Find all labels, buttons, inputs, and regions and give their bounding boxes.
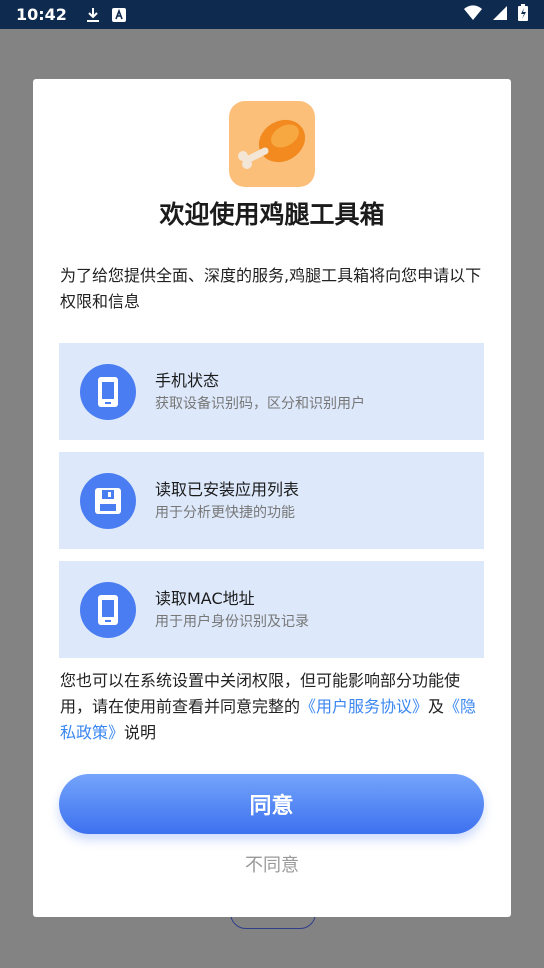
a-notification-icon <box>111 7 127 23</box>
floppy-icon <box>80 472 136 529</box>
notice-text: 您也可以在系统设置中关闭权限，但可能影响部分功能使用，请在使用前查看并同意完整的… <box>60 668 488 746</box>
permission-item-installed-apps: 读取已安装应用列表 用于分析更快捷的功能 <box>59 452 484 549</box>
download-icon <box>85 7 101 23</box>
permission-dialog: 欢迎使用鸡腿工具箱 为了给您提供全面、深度的服务,鸡腿工具箱将向您申请以下权限和… <box>33 79 511 917</box>
wifi-icon <box>464 4 482 25</box>
phone-icon <box>80 363 136 420</box>
permission-title: 读取已安装应用列表 <box>155 479 300 499</box>
notice-part-c: 说明 <box>124 723 157 742</box>
intro-text: 为了给您提供全面、深度的服务,鸡腿工具箱将向您申请以下权限和信息 <box>60 266 482 311</box>
user-agreement-link[interactable]: 《用户服务协议》 <box>300 697 428 716</box>
status-time: 10:42 <box>16 5 67 24</box>
status-bar: 10:42 <box>0 0 544 29</box>
phone-icon <box>80 581 136 638</box>
dialog-title: 欢迎使用鸡腿工具箱 <box>159 200 385 229</box>
permission-desc: 用于分析更快捷的功能 <box>155 504 295 521</box>
permission-title: 读取MAC地址 <box>155 588 255 608</box>
disagree-button[interactable]: 不同意 <box>33 851 511 877</box>
notice-part-b: 及 <box>428 697 445 716</box>
permission-item-phone-state: 手机状态 获取设备识别码，区分和识别用户 <box>59 343 484 440</box>
signal-icon <box>492 5 508 25</box>
permission-desc: 用于用户身份识别及记录 <box>155 613 309 630</box>
permission-desc: 获取设备识别码，区分和识别用户 <box>155 395 365 412</box>
permission-item-mac-address: 读取MAC地址 用于用户身份识别及记录 <box>59 561 484 658</box>
app-logo-chicken-leg-icon <box>229 101 315 187</box>
battery-icon <box>518 4 528 25</box>
status-right-icons <box>464 4 528 25</box>
agree-button[interactable]: 同意 <box>59 774 484 834</box>
permission-title: 手机状态 <box>155 370 220 390</box>
